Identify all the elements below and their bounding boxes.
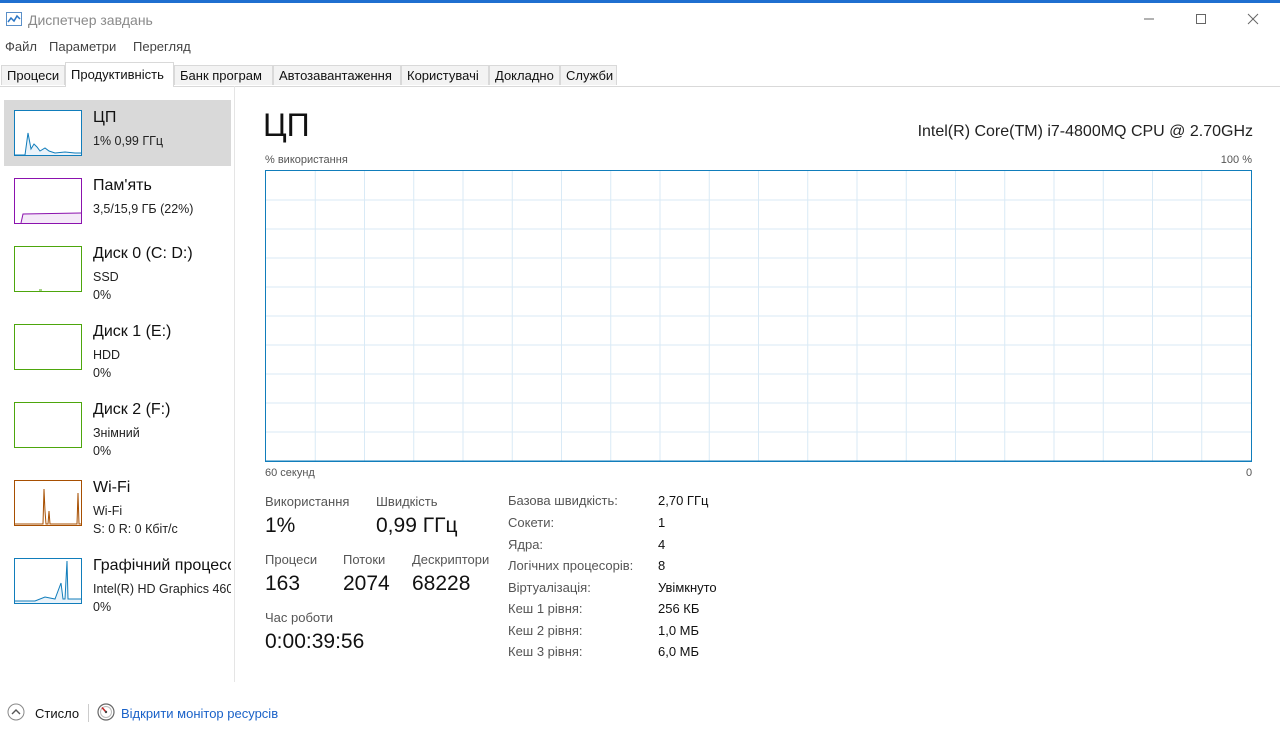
resource-list: ЦП 1% 0,99 ГГц Пам'ять 3,5/15,9 ГБ (22%)… xyxy=(0,86,235,682)
resource-wifi[interactable]: Wi-Fi Wi-Fi S: 0 R: 0 Кбіт/с xyxy=(4,470,231,536)
resource-detail: Wi-Fi xyxy=(93,504,123,518)
resource-cpu[interactable]: ЦП 1% 0,99 ГГц xyxy=(4,100,231,166)
processes-label: Процеси xyxy=(265,552,318,567)
resource-disk-2[interactable]: Диск 2 (F:) Знімний 0% xyxy=(4,392,231,458)
wifi-thumbnail-graph xyxy=(14,480,82,526)
virtualization-label: Віртуалізація: xyxy=(508,580,591,595)
resource-gpu[interactable]: Графічний процесор 0 Intel(R) HD Graphic… xyxy=(4,548,231,614)
base-speed-label: Базова швидкість: xyxy=(508,493,618,508)
l3-cache-value: 6,0 МБ xyxy=(658,644,700,659)
resource-name: Графічний процесор 0 xyxy=(93,557,231,574)
maximize-icon xyxy=(1196,14,1206,24)
sockets-value: 1 xyxy=(658,515,666,530)
cpu-thumbnail-graph xyxy=(14,110,82,156)
l1-cache-label: Кеш 1 рівня: xyxy=(508,601,583,616)
resource-usage: 0% xyxy=(93,366,112,380)
cpu-model-name: Intel(R) Core(TM) i7-4800MQ CPU @ 2.70GH… xyxy=(917,123,1253,140)
cpu-usage-chart xyxy=(265,171,1252,462)
handles-label: Дескриптори xyxy=(412,552,490,567)
tab-app-history[interactable]: Банк програм xyxy=(174,65,273,85)
disk-0-thumbnail-graph xyxy=(14,246,82,292)
resource-detail: Intel(R) HD Graphics 4600 xyxy=(93,582,231,596)
l1-cache-value: 256 КБ xyxy=(658,601,700,616)
resource-detail: 3,5/15,9 ГБ (22%) xyxy=(93,202,194,216)
resource-monitor-icon[interactable] xyxy=(97,703,115,721)
tab-services[interactable]: Служби xyxy=(560,65,617,85)
resource-detail: SSD xyxy=(93,270,119,284)
resource-name: Диск 2 (F:) xyxy=(93,401,171,418)
resource-name: Диск 1 (E:) xyxy=(93,323,172,340)
close-button[interactable] xyxy=(1230,3,1276,35)
resource-detail: 1% 0,99 ГГц xyxy=(93,134,164,148)
threads-value: 2074 xyxy=(343,572,390,595)
cores-value: 4 xyxy=(658,537,666,552)
gpu-thumbnail-graph xyxy=(14,558,82,604)
x-axis-label: 60 секунд xyxy=(265,467,315,479)
uptime-label: Час роботи xyxy=(265,610,334,625)
resource-disk-0[interactable]: Диск 0 (C: D:) SSD 0% xyxy=(4,236,231,302)
resource-usage: 0% xyxy=(93,600,112,614)
virtualization-value: Увімкнуто xyxy=(658,580,717,595)
title-bar: Диспетчер завдань xyxy=(0,3,1280,35)
processes-value: 163 xyxy=(265,572,301,595)
menu-view[interactable]: Перегляд xyxy=(133,39,191,54)
menu-file[interactable]: Файл xyxy=(5,39,37,54)
usage-label: Використання xyxy=(265,494,350,509)
window-title: Диспетчер завдань xyxy=(28,12,153,28)
resource-throughput: S: 0 R: 0 Кбіт/с xyxy=(93,522,178,536)
memory-thumbnail-graph xyxy=(14,178,82,224)
resource-name: Wi-Fi xyxy=(93,479,131,496)
resource-detail: Знімний xyxy=(93,426,140,440)
menu-options[interactable]: Параметри xyxy=(49,39,116,54)
speed-label: Швидкість xyxy=(376,494,438,509)
x-axis-zero-label: 0 xyxy=(1246,467,1253,479)
resource-name: Диск 0 (C: D:) xyxy=(93,245,193,262)
l2-cache-label: Кеш 2 рівня: xyxy=(508,623,583,638)
footer-bar: Стисло Відкрити монітор ресурсів xyxy=(0,700,1280,730)
handles-value: 68228 xyxy=(412,572,471,595)
logical-processors-value: 8 xyxy=(658,558,666,573)
l2-cache-value: 1,0 МБ xyxy=(658,623,700,638)
tab-startup[interactable]: Автозавантаження xyxy=(273,65,401,85)
cores-label: Ядра: xyxy=(508,537,544,552)
tab-details[interactable]: Докладно xyxy=(489,65,560,85)
minimize-button[interactable] xyxy=(1126,3,1172,35)
resource-usage: 0% xyxy=(93,444,112,458)
resource-usage: 0% xyxy=(93,288,112,302)
resource-detail: HDD xyxy=(93,348,121,362)
minimize-icon xyxy=(1144,18,1154,20)
uptime-value: 0:00:39:56 xyxy=(265,630,365,653)
tab-bar: Процеси Продуктивність Банк програм Авто… xyxy=(0,62,1280,87)
threads-label: Потоки xyxy=(343,552,386,567)
cpu-usage-graph xyxy=(265,170,1252,462)
resource-disk-1[interactable]: Диск 1 (E:) HDD 0% xyxy=(4,314,231,380)
y-axis-label: % використання xyxy=(265,154,348,166)
maximize-button[interactable] xyxy=(1178,3,1224,35)
fewer-details-link[interactable]: Стисло xyxy=(35,706,79,721)
base-speed-value: 2,70 ГГц xyxy=(658,493,709,508)
speed-value: 0,99 ГГц xyxy=(376,514,458,537)
resource-name: Пам'ять xyxy=(93,177,152,194)
y-axis-max-label: 100 % xyxy=(1220,154,1252,166)
open-resource-monitor-link[interactable]: Відкрити монітор ресурсів xyxy=(121,706,278,721)
page-title: ЦП xyxy=(263,107,310,143)
footer-separator xyxy=(88,704,89,722)
usage-value: 1% xyxy=(265,514,296,537)
chevron-up-icon xyxy=(7,703,25,721)
disk-2-thumbnail-graph xyxy=(14,402,82,448)
gauge-icon xyxy=(97,703,115,721)
disk-1-thumbnail-graph xyxy=(14,324,82,370)
tab-performance[interactable]: Продуктивність xyxy=(65,62,174,87)
close-icon xyxy=(1247,13,1259,25)
sockets-label: Сокети: xyxy=(508,515,555,530)
task-manager-icon xyxy=(6,12,22,26)
resource-name: ЦП xyxy=(93,109,117,126)
l3-cache-label: Кеш 3 рівня: xyxy=(508,644,583,659)
logical-processors-label: Логічних процесорів: xyxy=(508,558,634,573)
tab-users[interactable]: Користувачі xyxy=(401,65,489,85)
resource-memory[interactable]: Пам'ять 3,5/15,9 ГБ (22%) xyxy=(4,168,231,234)
tab-processes[interactable]: Процеси xyxy=(1,65,65,85)
fewer-details-button[interactable] xyxy=(7,703,25,721)
